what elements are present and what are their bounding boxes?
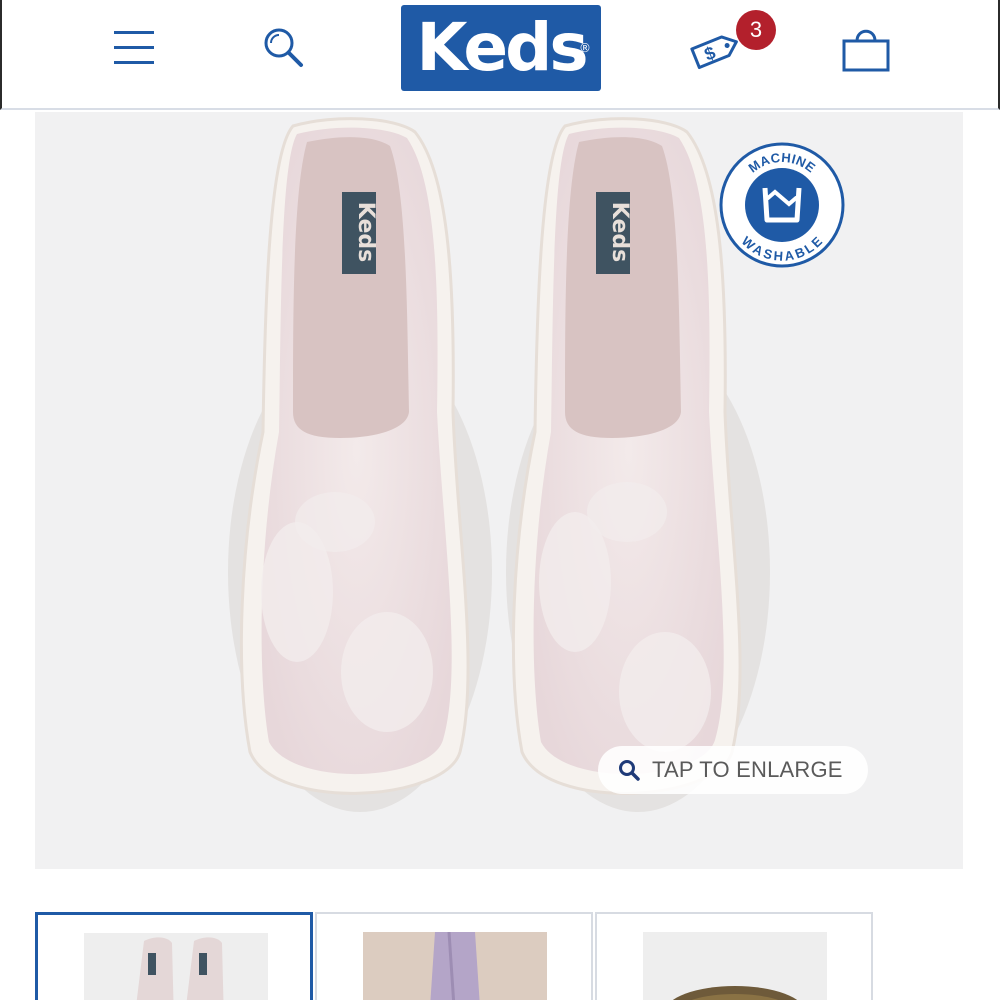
tap-to-enlarge-button[interactable]: TAP TO ENLARGE — [598, 746, 868, 794]
keds-logo[interactable]: Keds ® — [401, 5, 601, 91]
left-insole-logo: Keds — [353, 202, 378, 262]
product-hero-image[interactable]: Keds Keds MACHINE WASHABLE TAP TO ENLARG… — [35, 112, 963, 869]
logo-text: Keds — [416, 9, 588, 86]
left-shoe: Keds — [228, 117, 492, 812]
deals-count-badge: 3 — [736, 10, 776, 50]
thumbnail-sole[interactable] — [595, 912, 873, 1000]
magnifier-icon — [619, 760, 640, 781]
thumbnail-top-view[interactable] — [35, 912, 313, 1000]
tap-to-enlarge-label: TAP TO ENLARGE — [652, 757, 843, 782]
search-icon[interactable] — [260, 24, 308, 72]
thumbnail-image-model — [363, 932, 547, 1000]
thumbnail-image-shoes — [84, 933, 268, 1000]
menu-icon[interactable] — [112, 28, 158, 68]
shopping-bag-icon[interactable] — [840, 22, 892, 74]
site-header: Keds ® $ 3 — [0, 0, 1000, 110]
machine-washable-badge: MACHINE WASHABLE — [719, 142, 845, 268]
thumbnail-on-foot[interactable] — [315, 912, 593, 1000]
registered-mark: ® — [579, 41, 591, 55]
svg-text:$: $ — [701, 42, 718, 64]
thumbnail-image-sole — [643, 932, 827, 1000]
right-insole-logo: Keds — [607, 202, 632, 262]
